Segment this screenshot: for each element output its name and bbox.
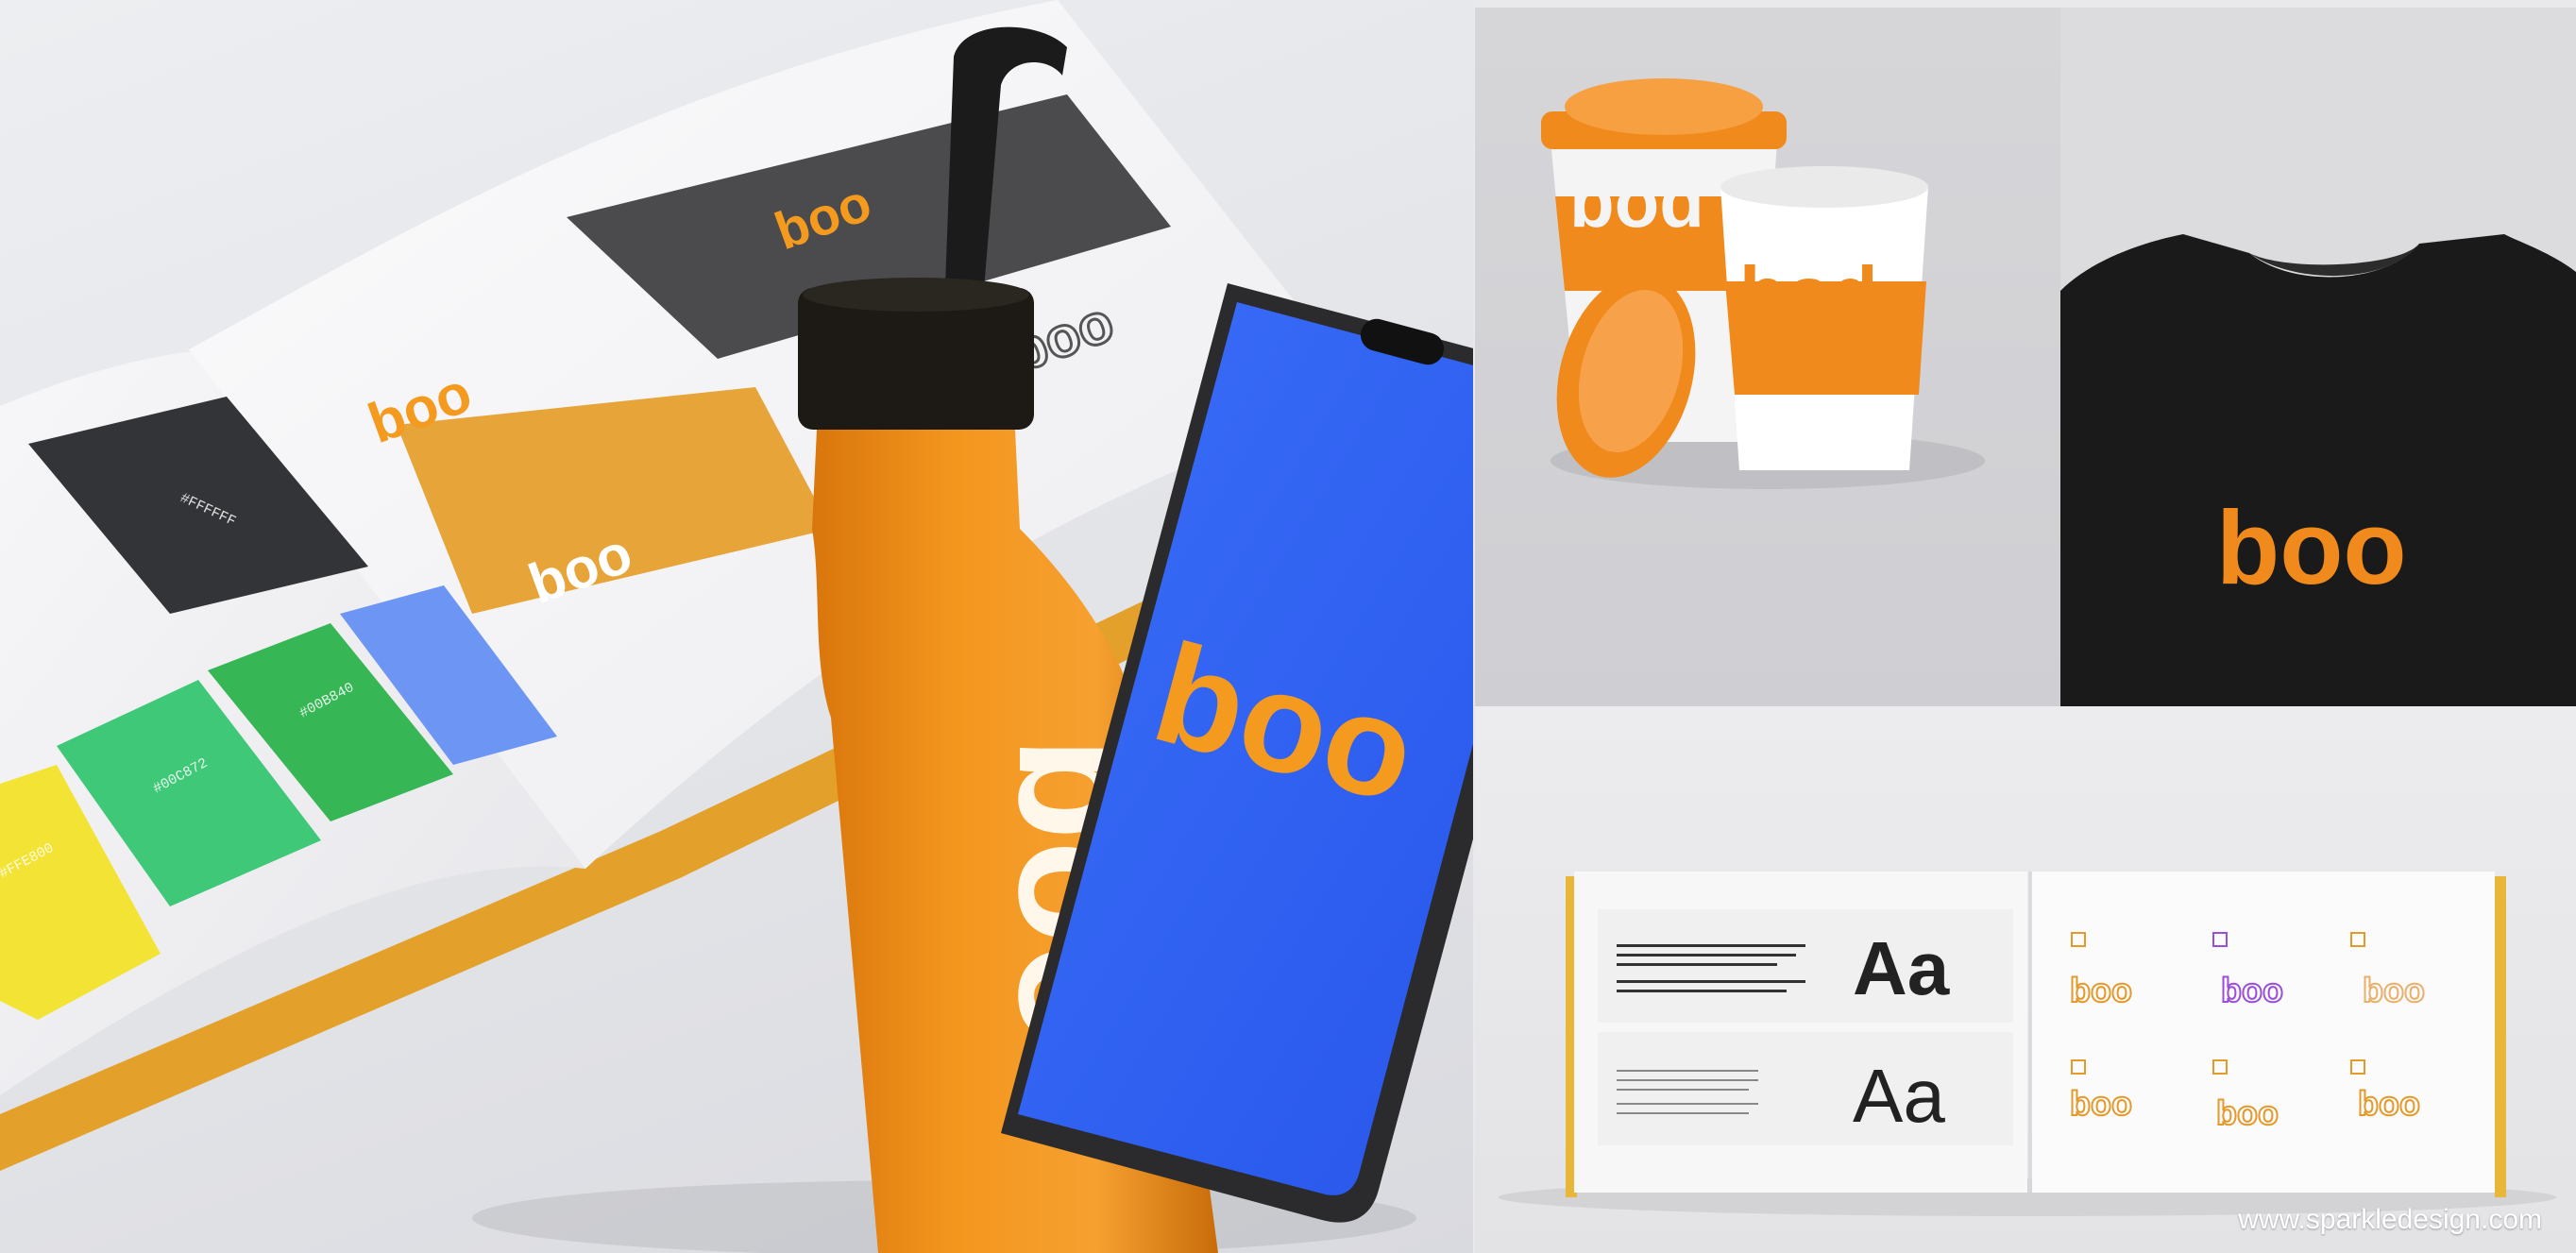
type-sample-regular: Aa	[1853, 1054, 1945, 1138]
tshirt-scene: boo	[2060, 8, 2576, 706]
tshirt-illustration: boo	[2060, 234, 2576, 706]
logo-variant-2: boo	[2221, 971, 2283, 1009]
logo-variant-6: boo	[2358, 1084, 2420, 1123]
type-sample-bold: Aa	[1853, 926, 1950, 1010]
cup-2-logo: bod	[1739, 251, 1878, 335]
tshirt-body	[2060, 234, 2576, 706]
guide-book-illustration: Aa Aa boo boo boo boo boo boo	[1499, 872, 2556, 1216]
cups-scene: bod bod	[1475, 8, 2060, 706]
brandbook-illustration: #FFFFFF #FFE800 #00C872 #00B840 boo boo …	[0, 0, 1473, 1253]
coffee-cup-2: bod	[1720, 166, 1928, 470]
logo-variant-4: boo	[2070, 1084, 2132, 1123]
brandbook-scene: #FFFFFF #FFE800 #00C872 #00B840 boo boo …	[0, 0, 1473, 1253]
cups-illustration: bod bod	[1541, 78, 1985, 489]
tshirt-logo: boo	[2216, 490, 2407, 606]
logo-variant-3: boo	[2363, 971, 2425, 1009]
logo-variant-1: boo	[2070, 971, 2132, 1009]
guide-right-page	[2032, 872, 2495, 1193]
website-url[interactable]: www.sparkledesign.com	[2238, 1204, 2542, 1236]
cup-1-logo: bod	[1569, 160, 1704, 243]
logo-variant-5: boo	[2216, 1093, 2279, 1132]
guide-book-scene: Aa Aa boo boo boo boo boo boo	[1475, 706, 2576, 1253]
